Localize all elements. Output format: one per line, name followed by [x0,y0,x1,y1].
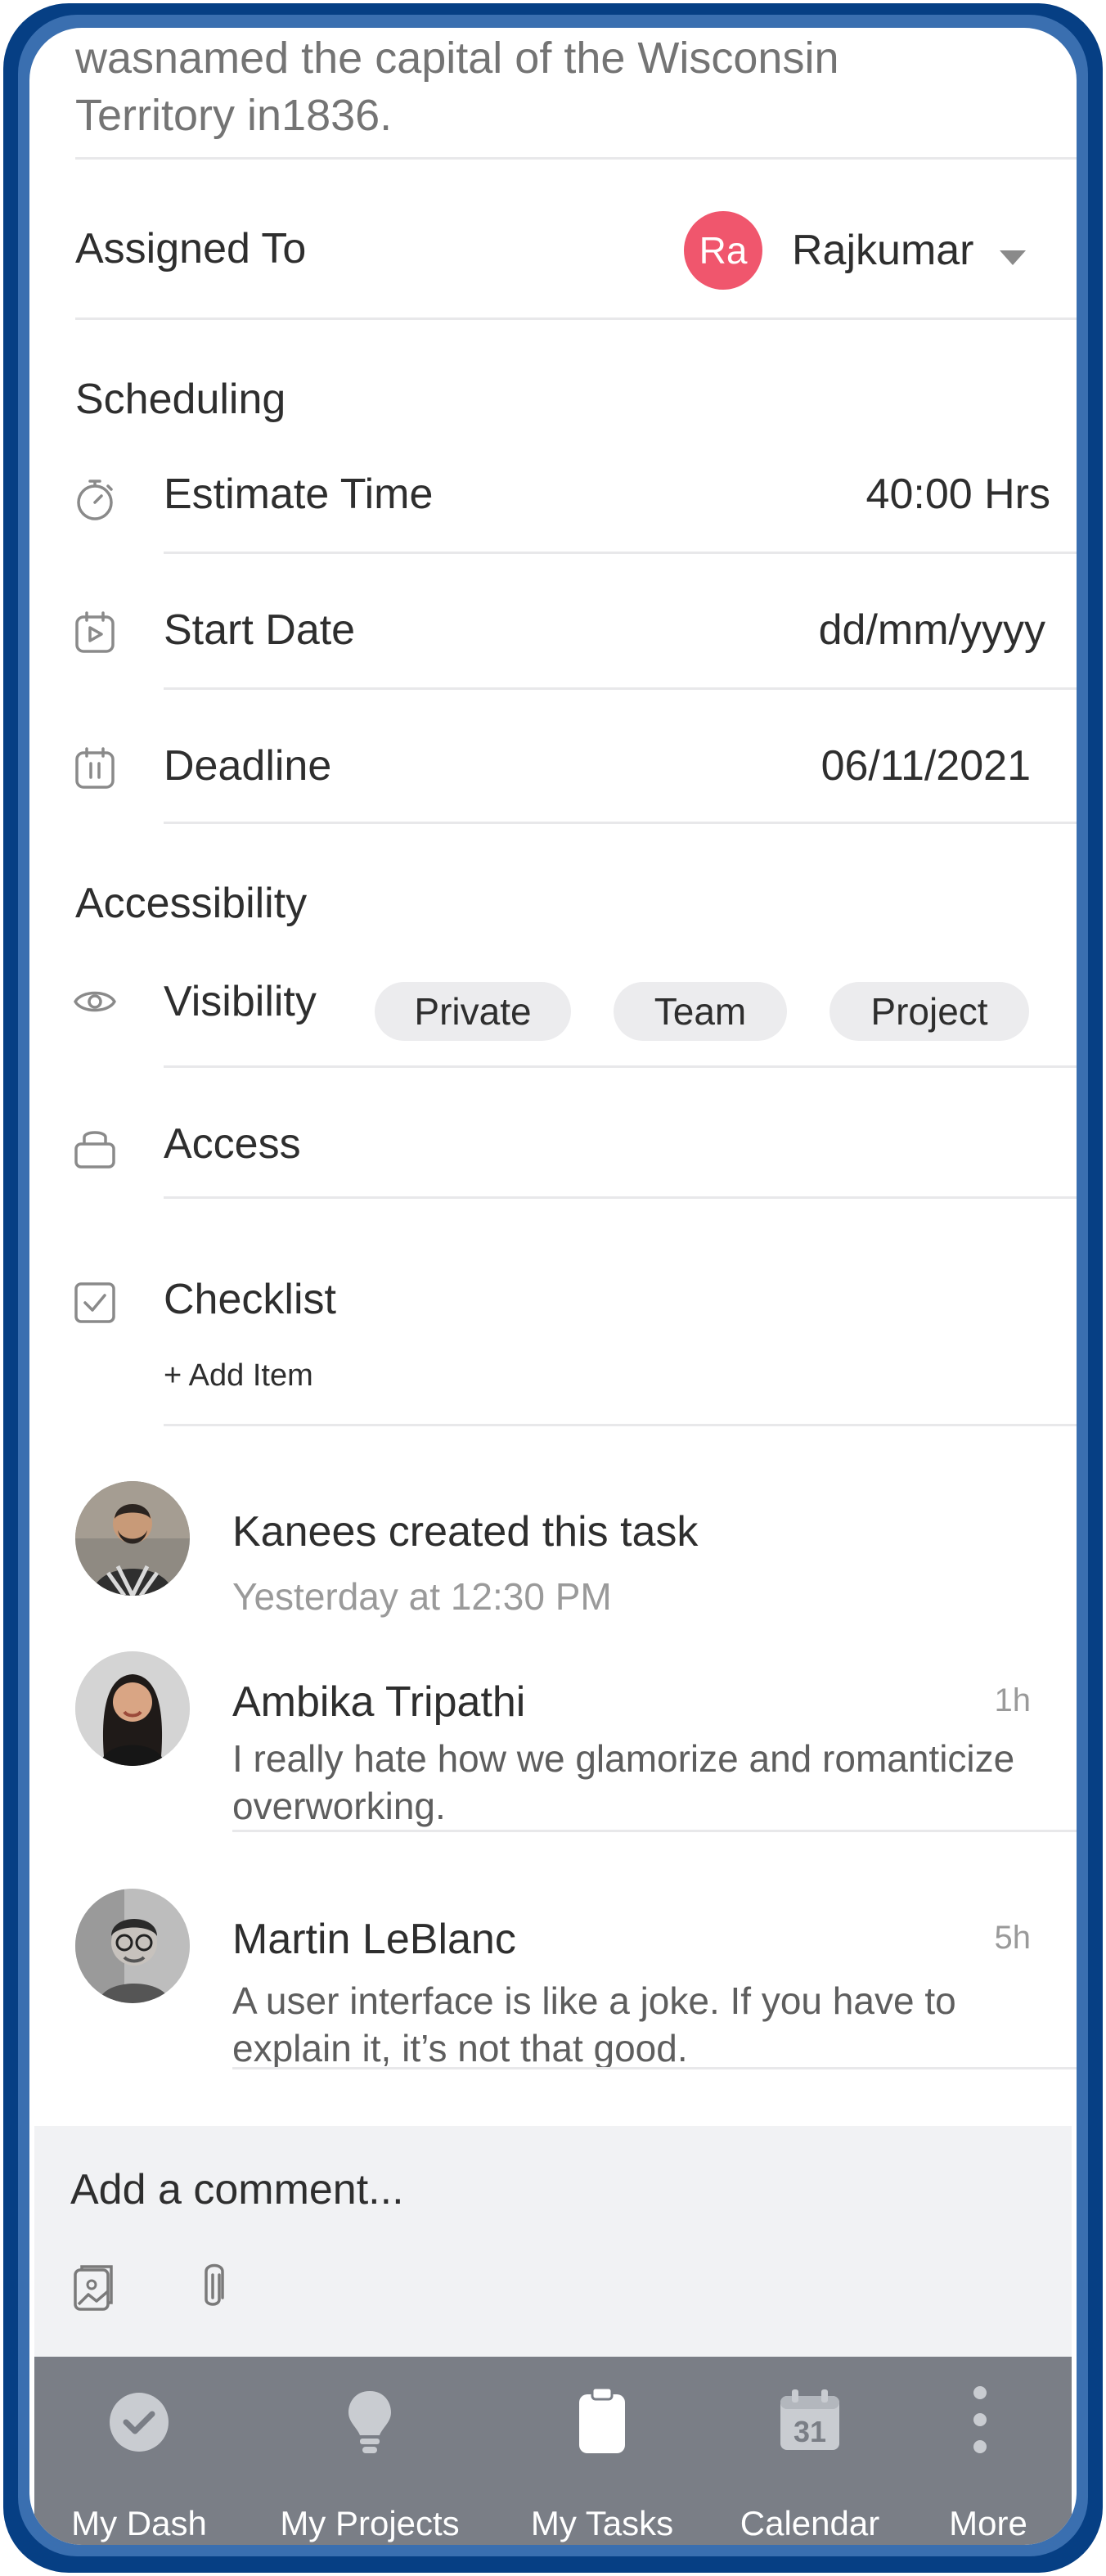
start-date-label: Start Date [164,606,356,654]
visibility-option-project[interactable]: Project [830,982,1029,1041]
calendar-icon-day: 31 [794,2415,826,2448]
divider [164,1424,1077,1426]
activity-title: Kanees created this task [232,1508,699,1556]
estimate-time-label: Estimate Time [164,471,434,518]
divider [164,822,1077,824]
avatar-martin[interactable] [75,1889,190,2003]
comment-input[interactable]: Add a comment... [70,2165,404,2214]
divider [164,552,1077,554]
eye-icon [74,991,116,1012]
checkbox-icon [74,1282,115,1323]
activity-subtitle: Yesterday at 12:30 PM [232,1575,612,1618]
checklist-label: Checklist [164,1276,336,1323]
visibility-option-team[interactable]: Team [614,982,787,1041]
activity-author: Martin LeBlanc [232,1916,516,1963]
estimate-time-value[interactable]: 40:00 Hrs [866,470,1050,519]
paperclip-icon[interactable] [196,2262,229,2314]
person-photo-icon [75,1481,190,1596]
calendar-icon: 31 [780,2389,839,2450]
task-description-line-1: wasnamed the capital of the Wisconsin [75,34,839,83]
calendar-pause-icon [75,747,115,789]
divider [164,687,1077,690]
add-item-button[interactable]: + Add Item [164,1358,313,1394]
access-label[interactable]: Access [164,1119,301,1169]
tab-label: More [949,2504,1027,2542]
lightbulb-icon [348,2391,391,2453]
person-photo-icon [75,1651,190,1766]
tab-label: Calendar [740,2504,880,2542]
visibility-label: Visibility [164,978,317,1025]
divider [75,317,1077,320]
section-title-scheduling: Scheduling [75,376,286,423]
person-photo-icon [75,1889,190,2003]
task-detail-screen: wasnamed the capital of the Wisconsin Te… [29,28,1077,2545]
activity-time: 5h [994,1920,1032,1956]
visibility-option-private[interactable]: Private [375,982,571,1041]
task-description: wasnamed the capital of the Wisconsin Te… [75,29,838,144]
assignee-avatar[interactable]: Ra [684,211,762,290]
more-vertical-icon [973,2386,987,2453]
check-circle-icon [110,2393,169,2452]
divider [164,1065,1077,1068]
start-date-value[interactable]: dd/mm/yyyy [819,606,1045,655]
divider [164,1196,1077,1199]
divider [232,1830,1077,1832]
image-attach-icon[interactable] [72,2263,115,2313]
tab-label: My Projects [280,2504,460,2542]
avatar-ambika[interactable] [75,1651,190,1766]
comment-box [34,2126,1072,2357]
task-description-line-2: Territory in1836. [75,91,393,140]
activity-comment: I really hate how we glamorize and roman… [232,1737,1015,1827]
activity-time: 1h [994,1682,1032,1718]
assigned-to-label: Assigned To [75,225,307,272]
tab-label: My Tasks [530,2504,674,2542]
deadline-value[interactable]: 06/11/2021 [821,741,1031,790]
chevron-down-icon[interactable] [1000,250,1026,265]
activity-author: Ambika Tripathi [232,1678,526,1726]
section-title-accessibility: Accessibility [75,880,308,927]
calendar-play-icon [75,611,115,653]
activity-comment: A user interface is like a joke. If you … [232,1979,956,2069]
clipboard-icon [579,2386,625,2453]
divider [75,157,1077,160]
lock-icon [74,1131,115,1169]
divider [232,2067,1077,2069]
tab-label: My Dash [71,2504,207,2542]
avatar-kanees[interactable] [75,1481,190,1596]
assignee-name[interactable]: Rajkumar [792,226,974,275]
stopwatch-icon [77,480,113,520]
deadline-label: Deadline [164,742,332,790]
